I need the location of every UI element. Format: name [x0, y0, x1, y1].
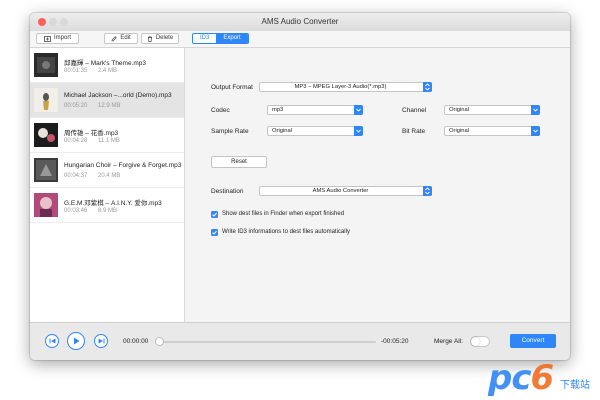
- track-duration: 00:01:35: [64, 68, 88, 74]
- skip-back-icon: [49, 338, 55, 344]
- write-id3-checkbox[interactable]: [211, 229, 218, 236]
- chevron-down-icon: [531, 126, 540, 136]
- channel-value: Original: [449, 107, 469, 113]
- tab-export[interactable]: Export: [216, 34, 248, 43]
- track-name: G.E.M.邓紫棋 – A.I.N.Y. 爱你.mp3: [64, 200, 162, 207]
- track-name: Hungarian Choir – Forgive & Forget.mp3: [64, 162, 182, 169]
- codec-select[interactable]: mp3: [267, 105, 363, 115]
- watermark-logo: pc6: [488, 358, 554, 398]
- current-time: 00:00:00: [123, 338, 149, 345]
- edit-label: Edit: [120, 35, 131, 41]
- codec-value: mp3: [272, 107, 284, 113]
- convert-button[interactable]: Convert: [510, 334, 556, 348]
- track-meta: 00:04:28 11.1 MB: [64, 138, 120, 144]
- track-size: 12.9 MB: [98, 103, 121, 109]
- track-size: 20.4 MB: [98, 173, 121, 179]
- play-icon: [73, 337, 79, 345]
- progress-knob[interactable]: [155, 337, 164, 346]
- output-format-select[interactable]: MP3 – MPEG Layer-3 Audio(*.mp3): [259, 82, 432, 92]
- app-window: AMS Audio Converter Import Edit Delete I…: [30, 13, 570, 360]
- pc6-watermark: pc6 下载站: [488, 356, 598, 400]
- destination-label: Destination: [211, 188, 244, 195]
- track-list: 邱嘉輝 – Mark's Theme.mp3 00:01:35 2.4 MB Mi…: [30, 48, 185, 322]
- window-title: AMS Audio Converter: [261, 17, 339, 26]
- tab-id3[interactable]: ID3: [193, 34, 217, 43]
- album-art: [34, 88, 58, 112]
- track-meta: 00:01:35 2.4 MB: [64, 68, 117, 74]
- track-name: Michael Jackson –...orld (Demo).mp3: [64, 92, 172, 99]
- list-item[interactable]: 邱嘉輝 – Mark's Theme.mp3 00:01:35 2.4 MB: [30, 48, 184, 83]
- destination-value: AMS Audio Converter: [312, 188, 369, 194]
- delete-label: Delete: [155, 35, 174, 41]
- show-in-finder-checkbox[interactable]: [211, 211, 218, 218]
- album-art: [34, 158, 58, 182]
- chevron-down-icon: [354, 105, 363, 115]
- merge-all-toggle[interactable]: [470, 336, 490, 347]
- album-art: [34, 123, 58, 147]
- track-name: 周传雄 – 花香.mp3: [64, 130, 119, 137]
- panel-tabs: ID3 Export: [192, 33, 249, 44]
- pencil-icon: [111, 35, 118, 41]
- bit-rate-select[interactable]: Original: [444, 126, 540, 136]
- list-item[interactable]: G.E.M.邓紫棋 – A.I.N.Y. 爱你.mp3 00:03:46 8.9 …: [30, 188, 184, 223]
- chevron-down-icon: [531, 105, 540, 115]
- list-item[interactable]: Michael Jackson –...orld (Demo).mp3 00:0…: [30, 83, 184, 118]
- list-item[interactable]: 周传雄 – 花香.mp3 00:04:28 11.1 MB: [30, 118, 184, 153]
- track-duration: 00:04:28: [64, 138, 88, 144]
- delete-button[interactable]: Delete: [141, 33, 179, 44]
- track-size: 8.9 MB: [98, 208, 118, 214]
- write-id3-label: Write ID3 informations to dest files aut…: [222, 229, 350, 235]
- import-icon: [44, 35, 51, 42]
- reset-button[interactable]: Reset: [211, 156, 267, 168]
- track-meta: 00:05:20 12.9 MB: [64, 103, 120, 109]
- merge-all-label: Merge All:: [434, 338, 463, 345]
- next-button[interactable]: [94, 334, 108, 348]
- channel-label: Channel: [402, 107, 427, 114]
- play-button[interactable]: [67, 332, 85, 350]
- sample-rate-value: Original: [272, 128, 292, 134]
- watermark-text: 下载站: [560, 380, 590, 391]
- destination-select[interactable]: AMS Audio Converter: [259, 186, 432, 196]
- toggle-knob: [471, 337, 480, 346]
- track-meta: 00:04:37 20.4 MB: [64, 173, 120, 179]
- checkmark-icon: [212, 230, 217, 235]
- output-format-label: Output Format: [211, 84, 253, 91]
- album-art: [34, 53, 58, 77]
- track-size: 11.1 MB: [98, 138, 120, 144]
- track-name: 邱嘉輝 – Mark's Theme.mp3: [64, 60, 147, 67]
- player-bar: 00:00:00 -00:05:20 Merge All: Convert: [30, 322, 570, 360]
- codec-label: Codec: [211, 107, 230, 114]
- sample-rate-label: Sample Rate: [211, 128, 249, 135]
- remaining-time: -00:05:20: [381, 338, 409, 345]
- chevron-down-icon: [354, 126, 363, 136]
- export-panel: Output Format MP3 – MPEG Layer-3 Audio(*…: [185, 48, 570, 322]
- channel-select[interactable]: Original: [444, 105, 540, 115]
- toolbar: Import Edit Delete ID3 Export: [30, 31, 570, 48]
- sample-rate-select[interactable]: Original: [267, 126, 363, 136]
- track-duration: 00:05:20: [64, 103, 88, 109]
- progress-track[interactable]: [158, 341, 376, 343]
- edit-button[interactable]: Edit: [104, 33, 138, 44]
- trash-icon: [147, 35, 152, 42]
- track-duration: 00:04:37: [64, 173, 88, 179]
- chevron-updown-icon: [423, 186, 432, 196]
- bit-rate-value: Original: [449, 128, 469, 134]
- bit-rate-label: Bit Rate: [402, 128, 426, 135]
- checkmark-icon: [212, 212, 217, 217]
- chevron-updown-icon: [423, 82, 432, 92]
- show-in-finder-label: Show dest files in Finder when export fi…: [222, 211, 345, 217]
- track-size: 2.4 MB: [98, 68, 118, 74]
- title-bar: AMS Audio Converter: [30, 13, 570, 32]
- previous-button[interactable]: [45, 334, 59, 348]
- skip-forward-icon: [98, 338, 104, 344]
- list-item[interactable]: Hungarian Choir – Forgive & Forget.mp3 0…: [30, 153, 184, 188]
- track-duration: 00:03:46: [64, 208, 88, 214]
- track-meta: 00:03:46 8.9 MB: [64, 208, 117, 214]
- album-art: [34, 193, 58, 217]
- output-format-value: MP3 – MPEG Layer-3 Audio(*.mp3): [294, 84, 387, 90]
- import-button[interactable]: Import: [36, 33, 79, 44]
- import-label: Import: [53, 35, 71, 41]
